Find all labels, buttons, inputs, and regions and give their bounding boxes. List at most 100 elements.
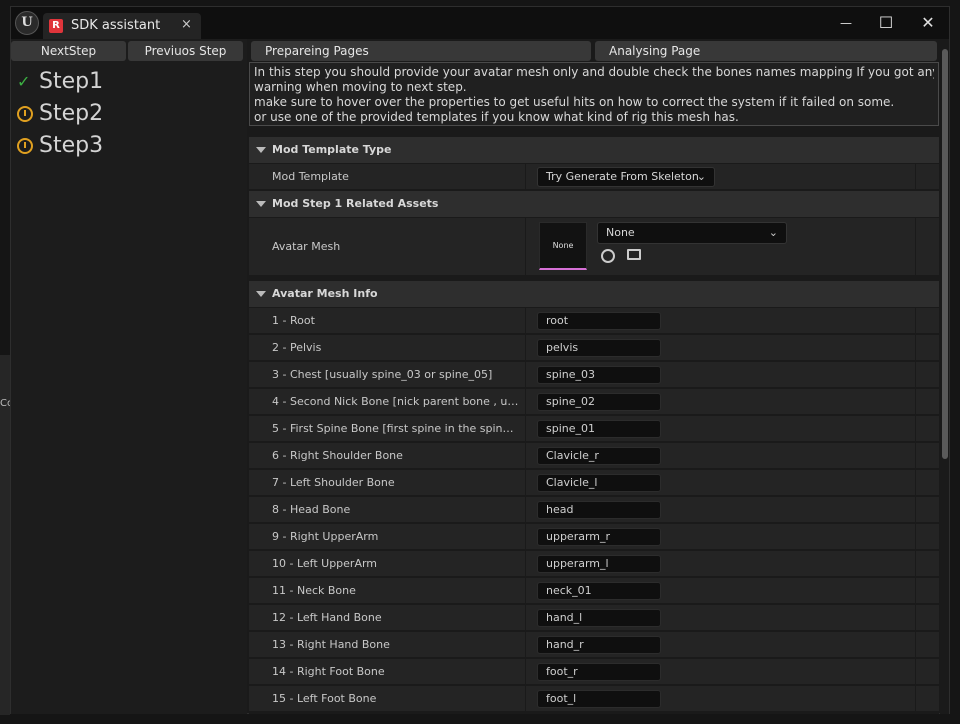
- bone-label: 10 - Left UpperArm: [272, 557, 378, 570]
- bone-row: 2 - Pelvis pelvis: [249, 335, 939, 361]
- chevron-down-icon: ⌄: [696, 170, 706, 183]
- maximize-button[interactable]: ☐: [873, 11, 899, 35]
- bone-name-field[interactable]: foot_r: [537, 663, 661, 681]
- bone-row: 5 - First Spine Bone [first spine in the…: [249, 416, 939, 442]
- column-divider: [915, 605, 916, 630]
- bone-name-field[interactable]: root: [537, 312, 661, 330]
- bone-name-field[interactable]: Clavicle_r: [537, 447, 661, 465]
- next-step-button[interactable]: NextStep: [11, 41, 126, 61]
- bone-name-field[interactable]: head: [537, 501, 661, 519]
- bone-name-field[interactable]: upperarm_r: [537, 528, 661, 546]
- section-header-mod-step1-assets[interactable]: Mod Step 1 Related Assets: [249, 191, 939, 218]
- mod-template-row: Mod Template Try Generate From Skeleton …: [249, 164, 939, 190]
- bone-row: 15 - Left Foot Bone foot_l: [249, 686, 939, 712]
- column-divider: [525, 443, 526, 468]
- collapse-arrow-icon[interactable]: [256, 291, 266, 297]
- close-tab-icon[interactable]: ×: [181, 17, 192, 32]
- bone-row: 6 - Right Shoulder Bone Clavicle_r: [249, 443, 939, 469]
- avatar-mesh-row: Avatar Mesh None None ⌄: [249, 218, 939, 276]
- check-icon: ✓: [17, 72, 31, 91]
- window-tab[interactable]: R SDK assistant ×: [43, 13, 201, 39]
- bone-label: 2 - Pelvis: [272, 341, 322, 354]
- bone-label: 11 - Neck Bone: [272, 584, 356, 597]
- steps-panel: NextStep Previuos Step ✓ Step1 Step2 Ste…: [11, 39, 247, 714]
- column-divider: [915, 497, 916, 522]
- tab-prepareing-pages[interactable]: Prepareing Pages: [251, 41, 591, 61]
- column-divider: [915, 389, 916, 414]
- sdk-tab-icon: R: [49, 19, 63, 33]
- asset-thumbnail[interactable]: None: [539, 222, 587, 270]
- bone-row: 10 - Left UpperArm upperarm_l: [249, 551, 939, 577]
- background-panel: [0, 355, 10, 715]
- step-label: Step2: [39, 101, 104, 126]
- tab-analysing-page[interactable]: Analysing Page: [595, 41, 937, 61]
- bone-label: 7 - Left Shoulder Bone: [272, 476, 395, 489]
- avatar-mesh-picker[interactable]: None ⌄: [597, 222, 787, 244]
- bone-name-field[interactable]: upperarm_l: [537, 555, 661, 573]
- column-divider: [915, 524, 916, 549]
- column-divider: [525, 551, 526, 576]
- column-divider: [915, 416, 916, 441]
- bone-row: 14 - Right Foot Bone foot_r: [249, 659, 939, 685]
- vertical-scrollbar[interactable]: [940, 39, 949, 714]
- column-divider: [525, 470, 526, 495]
- bone-name-field[interactable]: foot_l: [537, 690, 661, 708]
- bone-name-field[interactable]: spine_01: [537, 420, 661, 438]
- column-divider: [525, 218, 526, 275]
- info-line: make sure to hover over the properties t…: [254, 95, 895, 109]
- bone-label: 13 - Right Hand Bone: [272, 638, 390, 651]
- column-divider: [915, 551, 916, 576]
- use-selected-asset-icon[interactable]: [601, 249, 615, 263]
- instructions-text: In this step you should provide your ava…: [249, 62, 939, 126]
- bone-label: 1 - Root: [272, 314, 315, 327]
- column-divider: [525, 578, 526, 603]
- previous-step-button[interactable]: Previuos Step: [128, 41, 243, 61]
- bone-name-field[interactable]: spine_03: [537, 366, 661, 384]
- bone-row: 12 - Left Hand Bone hand_l: [249, 605, 939, 631]
- sdk-assistant-window: U R SDK assistant × — ☐ ✕ NextStep Previ…: [10, 6, 950, 714]
- column-divider: [915, 443, 916, 468]
- bone-label: 9 - Right UpperArm: [272, 530, 379, 543]
- bone-name-field[interactable]: spine_02: [537, 393, 661, 411]
- mod-template-dropdown[interactable]: Try Generate From Skeleton ⌄: [537, 167, 715, 187]
- column-divider: [525, 686, 526, 711]
- property-label: Mod Template: [272, 170, 349, 183]
- bone-row: 7 - Left Shoulder Bone Clavicle_l: [249, 470, 939, 496]
- column-divider: [915, 362, 916, 387]
- info-line: or use one of the provided templates if …: [254, 110, 739, 124]
- window-title: SDK assistant: [71, 18, 161, 33]
- collapse-arrow-icon[interactable]: [256, 201, 266, 207]
- section-title: Mod Step 1 Related Assets: [272, 197, 439, 210]
- info-line: In this step you should provide your ava…: [254, 65, 934, 79]
- column-divider: [525, 389, 526, 414]
- bone-label: 6 - Right Shoulder Bone: [272, 449, 403, 462]
- bone-label: 3 - Chest [usually spine_03 or spine_05]: [272, 368, 493, 381]
- column-divider: [915, 686, 916, 711]
- bone-label: 4 - Second Nick Bone [nick parent bone ,…: [272, 395, 520, 408]
- minimize-button[interactable]: —: [833, 11, 859, 35]
- scrollbar-thumb[interactable]: [942, 49, 948, 459]
- column-divider: [525, 497, 526, 522]
- bone-name-field[interactable]: neck_01: [537, 582, 661, 600]
- bone-name-field[interactable]: hand_l: [537, 609, 661, 627]
- warning-icon: [17, 106, 33, 122]
- collapse-arrow-icon[interactable]: [256, 147, 266, 153]
- section-title: Avatar Mesh Info: [272, 287, 378, 300]
- unreal-logo-icon: U: [15, 11, 39, 35]
- bone-name-field[interactable]: pelvis: [537, 339, 661, 357]
- section-header-mod-template-type[interactable]: Mod Template Type: [249, 137, 939, 164]
- bone-name-field[interactable]: hand_r: [537, 636, 661, 654]
- bone-label: 15 - Left Foot Bone: [272, 692, 377, 705]
- section-header-avatar-mesh-info[interactable]: Avatar Mesh Info: [249, 281, 939, 308]
- close-window-button[interactable]: ✕: [915, 11, 941, 35]
- bone-row: 4 - Second Nick Bone [nick parent bone ,…: [249, 389, 939, 415]
- column-divider: [915, 578, 916, 603]
- column-divider: [525, 659, 526, 684]
- section-title: Mod Template Type: [272, 143, 392, 156]
- picker-value: None: [606, 226, 635, 239]
- column-divider: [525, 308, 526, 333]
- title-bar[interactable]: U R SDK assistant × — ☐ ✕: [11, 7, 949, 39]
- bone-name-field[interactable]: Clavicle_l: [537, 474, 661, 492]
- browse-asset-icon[interactable]: [627, 249, 641, 260]
- column-divider: [915, 308, 916, 333]
